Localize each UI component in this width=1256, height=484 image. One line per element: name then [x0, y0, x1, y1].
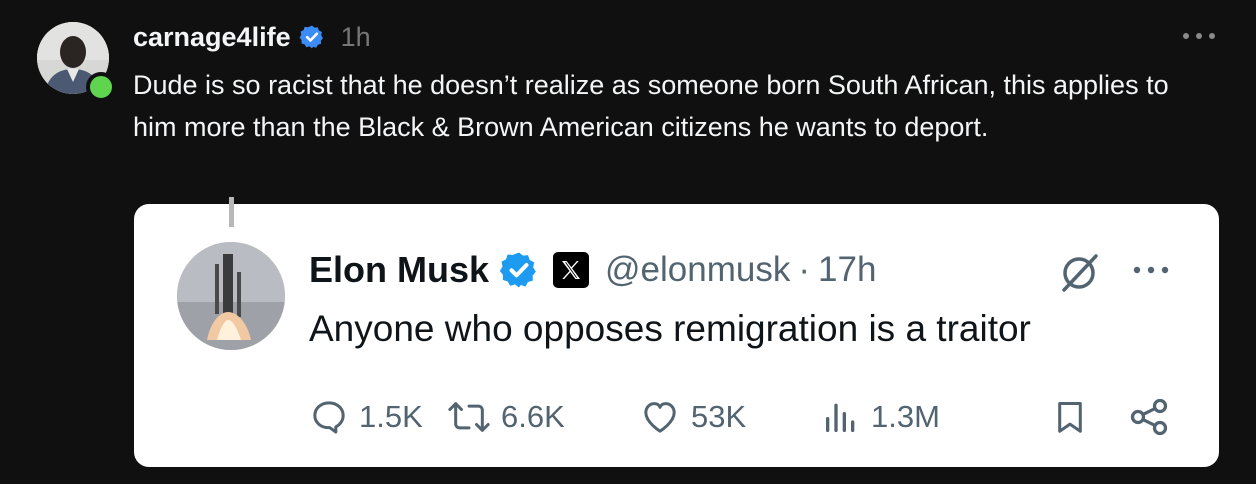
quoted-post-time: 17h	[818, 250, 877, 289]
repost-icon	[448, 402, 490, 432]
quoted-post-header: Elon Musk @elonmusk · 17h	[309, 246, 876, 294]
more-horizontal-icon[interactable]	[1178, 24, 1220, 48]
author-avatar[interactable]	[37, 22, 116, 102]
quoted-author-name[interactable]: Elon Musk	[309, 249, 489, 291]
views-icon	[826, 403, 855, 432]
reply-action[interactable]: 1.5K	[309, 394, 423, 440]
post-header: carnage4life 1h	[133, 20, 371, 54]
verified-badge-icon	[499, 252, 536, 288]
quoted-post-card[interactable]: Elon Musk @elonmusk · 17h Anyone who opp	[134, 204, 1219, 467]
share-icon	[1130, 398, 1168, 436]
post-time: 1h	[340, 21, 371, 52]
grok-icon[interactable]	[1054, 248, 1104, 298]
quoted-author-handle[interactable]: @elonmusk	[605, 250, 790, 290]
bookmark-icon	[1058, 402, 1082, 433]
share-action[interactable]	[1127, 394, 1171, 440]
like-action[interactable]: 53K	[639, 394, 746, 440]
quoted-post-actions: 1.5K 6.6K 53K 1.3M	[309, 394, 1179, 440]
quoted-author-avatar[interactable]	[177, 242, 285, 350]
x-logo-icon	[553, 252, 590, 288]
like-count: 53K	[691, 399, 747, 434]
handle-separator: ·	[798, 250, 811, 289]
repost-action[interactable]: 6.6K	[447, 394, 565, 440]
bookmark-action[interactable]	[1051, 394, 1089, 440]
reply-icon	[313, 401, 345, 434]
online-status-dot	[86, 72, 116, 102]
post-body-text: Dude is so racist that he doesn’t realiz…	[133, 70, 1169, 142]
quoted-post-text: Anyone who opposes remigration is a trai…	[309, 308, 1031, 349]
verified-badge-icon	[299, 25, 323, 49]
author-username[interactable]: carnage4life	[133, 22, 291, 53]
views-action[interactable]: 1.3M	[821, 394, 940, 440]
views-count: 1.3M	[871, 399, 940, 434]
reply-count: 1.5K	[359, 399, 423, 434]
heart-icon	[644, 402, 676, 433]
repost-count: 6.6K	[501, 399, 565, 434]
thread-connector-line	[229, 197, 234, 227]
more-icon[interactable]	[1129, 260, 1173, 280]
threads-post: carnage4life 1h Dude is so racist that h…	[0, 0, 1256, 484]
